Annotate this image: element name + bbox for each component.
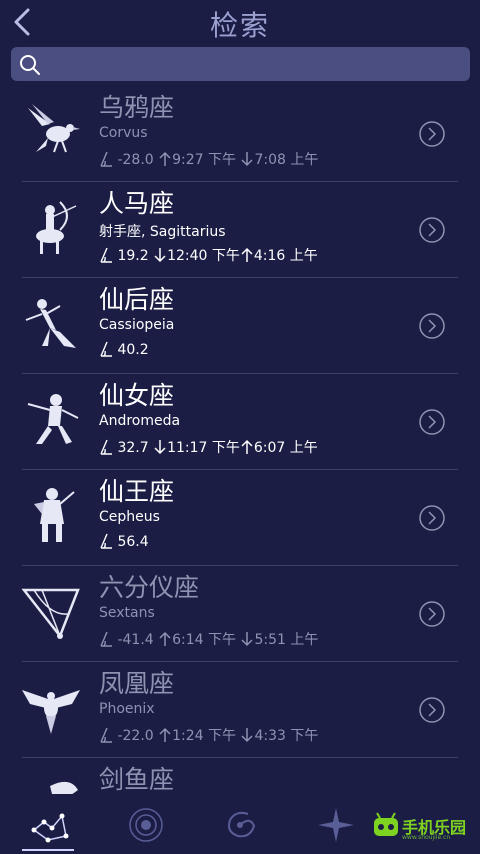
list-item[interactable]: 仙后座 Cassiopeia 40.2: [0, 278, 480, 374]
tab-deep-sky[interactable]: [204, 798, 274, 850]
tab-constellations[interactable]: [14, 798, 84, 850]
altitude-value: 32.7: [117, 440, 149, 456]
constellation-subtitle: Corvus: [99, 125, 148, 141]
constellation-info: -28.0 9:27 下午 7:08 上午: [99, 149, 318, 169]
sextans-icon: [21, 588, 80, 639]
altitude-value: 40.2: [117, 342, 149, 358]
altitude-value: -28.0: [117, 152, 154, 168]
altitude-icon: [100, 151, 112, 167]
chevron-right-circle-icon[interactable]: [418, 216, 446, 244]
andromeda-icon: [27, 394, 79, 444]
rise-time: 4:16 上午: [253, 248, 318, 264]
constellation-info: 56.4: [99, 533, 149, 550]
set-arrow-icon: [241, 152, 254, 167]
constellation-subtitle: Cassiopeia: [99, 317, 175, 333]
constellation-icon: [31, 813, 69, 843]
header: 检索: [0, 0, 480, 44]
altitude-icon: [100, 247, 112, 263]
rise-arrow-icon: [241, 247, 253, 262]
active-tab-indicator: [22, 849, 74, 851]
rise-time: 1:24 下午: [172, 728, 237, 744]
altitude-value: -41.4: [117, 632, 154, 648]
list-item[interactable]: 剑鱼座: [0, 758, 480, 794]
galaxy-icon: [228, 811, 256, 838]
constellation-info: 40.2: [99, 341, 149, 358]
altitude-icon: [100, 341, 112, 357]
constellation-name: 剑鱼座: [99, 765, 175, 794]
altitude-icon: [100, 439, 112, 455]
rise-time: 6:14 下午: [172, 632, 237, 648]
altitude-icon: [100, 727, 112, 743]
constellation-info: -22.0 1:24 下午 4:33 下午: [99, 725, 318, 745]
search-bar[interactable]: [11, 47, 470, 81]
watermark-logo: 手机乐园 www.shoujile.cn: [372, 812, 472, 842]
set-time: 4:33 下午: [254, 728, 319, 744]
constellation-name: 仙后座: [99, 285, 175, 314]
watermark-url: www.shoujile.cn: [402, 834, 451, 841]
altitude-value: -22.0: [117, 728, 154, 744]
tab-stars[interactable]: [300, 798, 370, 850]
rise-time: 9:27 下午: [172, 152, 237, 168]
list-item[interactable]: 仙王座 Cepheus 56.4: [0, 470, 480, 566]
list-item[interactable]: 凤凰座 Phoenix -22.0 1:24 下午 4:33 下午: [0, 662, 480, 758]
chevron-right-circle-icon[interactable]: [418, 408, 446, 436]
rise-arrow-icon: [241, 439, 253, 454]
list-item[interactable]: 乌鸦座 Corvus -28.0 9:27 下午 7:08 上午: [0, 86, 480, 182]
rise-arrow-icon: [159, 631, 171, 646]
constellation-name: 仙女座: [99, 381, 175, 410]
chevron-right-circle-icon[interactable]: [418, 312, 446, 340]
search-icon: [20, 55, 40, 75]
altitude-value: 56.4: [117, 534, 149, 550]
sagittarius-icon: [36, 201, 77, 254]
constellation-name: 人马座: [99, 189, 175, 218]
constellation-name: 六分仪座: [99, 573, 200, 602]
chevron-right-circle-icon[interactable]: [418, 120, 446, 148]
cassiopeia-icon: [25, 299, 76, 348]
constellation-subtitle: 射手座, Sagittarius: [99, 224, 226, 240]
altitude-value: 19.2: [117, 248, 149, 264]
set-arrow-icon: [241, 728, 254, 743]
constellation-subtitle: Cepheus: [99, 509, 160, 525]
corvus-icon: [28, 104, 80, 153]
set-time: 5:51 上午: [254, 632, 319, 648]
chevron-right-circle-icon[interactable]: [418, 600, 446, 628]
chevron-right-circle-icon[interactable]: [418, 696, 446, 724]
cepheus-icon: [34, 488, 75, 542]
phoenix-icon: [22, 690, 80, 734]
set-time: 11:17 下午: [167, 440, 240, 456]
constellation-name: 乌鸦座: [99, 93, 175, 122]
constellation-name: 仙王座: [99, 477, 175, 506]
planet-icon: [129, 808, 163, 842]
constellation-subtitle: Sextans: [99, 605, 155, 621]
set-arrow-icon: [154, 248, 166, 263]
page-title: 检索: [209, 9, 270, 42]
set-time: 7:08 上午: [254, 152, 319, 168]
constellation-name: 凤凰座: [99, 669, 175, 698]
constellation-info: -41.4 6:14 下午 5:51 上午: [99, 629, 318, 649]
constellation-info: 32.7 11:17 下午 6:07 上午: [99, 437, 318, 457]
constellation-info: 19.2 12:40 下午 4:16 上午: [99, 245, 318, 265]
constellation-subtitle: Andromeda: [99, 413, 181, 429]
constellation-subtitle: Phoenix: [99, 701, 155, 717]
dorado-icon: [50, 781, 78, 794]
rise-time: 6:07 上午: [253, 440, 318, 456]
search-input[interactable]: [51, 51, 465, 79]
constellation-list: 乌鸦座 Corvus -28.0 9:27 下午 7:08 上午 人马座 射手座…: [0, 86, 480, 794]
rise-arrow-icon: [159, 151, 171, 166]
set-time: 12:40 下午: [167, 248, 240, 264]
star-icon: [318, 808, 354, 842]
tab-solar-system[interactable]: [110, 798, 180, 850]
list-item[interactable]: 人马座 射手座, Sagittarius 19.2 12:40 下午 4:16 上…: [0, 182, 480, 278]
altitude-icon: [100, 533, 112, 549]
list-item[interactable]: 仙女座 Andromeda 32.7 11:17 下午 6:07 上午: [0, 374, 480, 470]
robot-logo-icon: [374, 812, 398, 836]
list-item[interactable]: 六分仪座 Sextans -41.4 6:14 下午 5:51 上午: [0, 566, 480, 662]
set-arrow-icon: [154, 440, 166, 455]
set-arrow-icon: [241, 632, 254, 647]
altitude-icon: [100, 631, 112, 647]
rise-arrow-icon: [159, 727, 171, 742]
chevron-right-circle-icon[interactable]: [418, 504, 446, 532]
